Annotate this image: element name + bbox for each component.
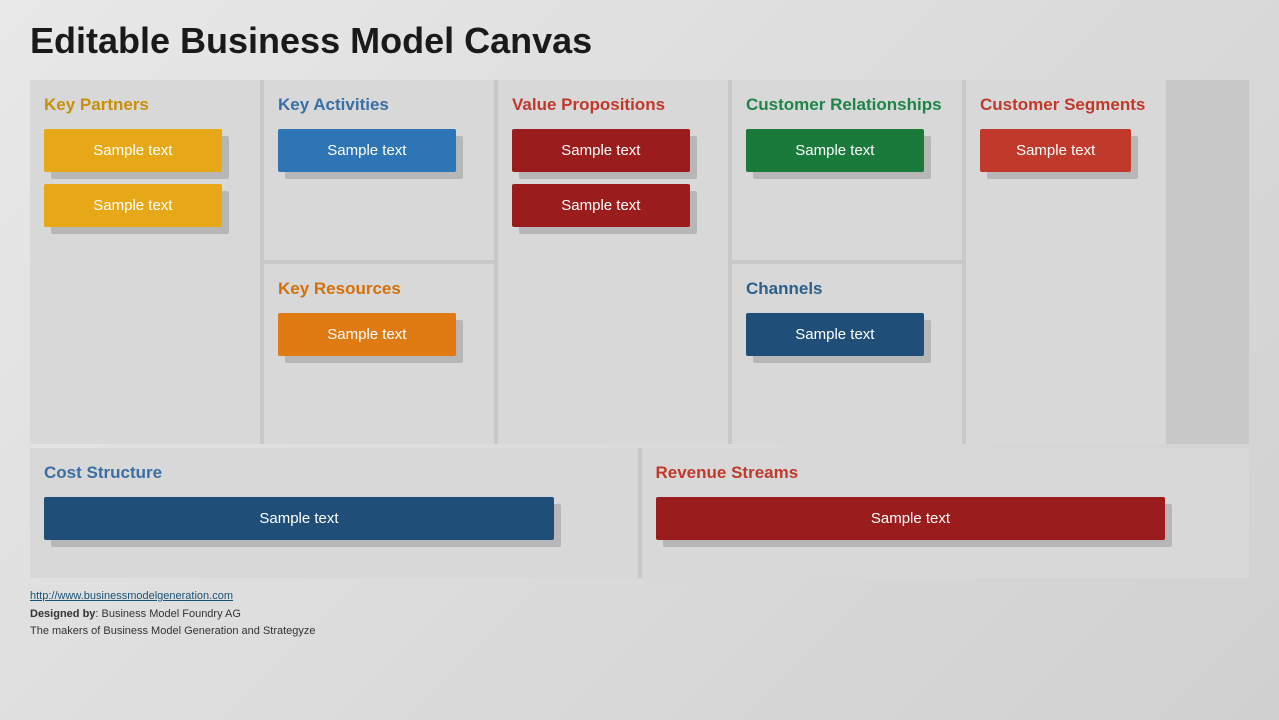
- cell-key-activities: Key Activities Sample text: [264, 80, 494, 260]
- canvas-main: Key Partners Sample text Sample text Key…: [30, 80, 1249, 444]
- value-propositions-tag-1: Sample text: [512, 129, 690, 172]
- key-partners-tag-1: Sample text: [44, 129, 222, 172]
- canvas-bottom: Cost Structure Sample text Revenue Strea…: [30, 448, 1249, 578]
- footer-designed-label: Designed by:: [30, 608, 102, 620]
- cell-key-resources: Key Resources Sample text: [264, 264, 494, 444]
- key-resources-tag-1: Sample text: [278, 313, 456, 356]
- customer-segments-tag-1: Sample text: [980, 129, 1131, 172]
- page-title: Editable Business Model Canvas: [30, 20, 1249, 62]
- col-cust-rel-channels: Customer Relationships Sample text Chann…: [732, 80, 962, 444]
- key-partners-title: Key Partners: [44, 94, 246, 115]
- footer-designed-by: Business Model Foundry AG: [102, 608, 241, 620]
- cell-value-propositions: Value Propositions Sample text Sample te…: [498, 80, 728, 444]
- key-partners-tag-2: Sample text: [44, 184, 222, 227]
- cost-structure-tag-1: Sample text: [44, 497, 554, 540]
- customer-relationships-title: Customer Relationships: [746, 94, 948, 115]
- cell-key-partners: Key Partners Sample text Sample text: [30, 80, 260, 444]
- key-activities-tag-1: Sample text: [278, 129, 456, 172]
- revenue-streams-tag-1: Sample text: [656, 497, 1166, 540]
- canvas-wrapper: Key Partners Sample text Sample text Key…: [30, 80, 1249, 578]
- channels-title: Channels: [746, 278, 948, 299]
- cost-structure-title: Cost Structure: [44, 462, 624, 483]
- key-activities-title: Key Activities: [278, 94, 480, 115]
- revenue-streams-title: Revenue Streams: [656, 462, 1236, 483]
- key-resources-title: Key Resources: [278, 278, 480, 299]
- cell-customer-relationships: Customer Relationships Sample text: [732, 80, 962, 260]
- customer-segments-title: Customer Segments: [980, 94, 1152, 115]
- customer-relationships-tag-1: Sample text: [746, 129, 924, 172]
- channels-tag-1: Sample text: [746, 313, 924, 356]
- cell-cost-structure: Cost Structure Sample text: [30, 448, 638, 578]
- value-propositions-title: Value Propositions: [512, 94, 714, 115]
- value-propositions-tag-2: Sample text: [512, 184, 690, 227]
- col-activities-resources: Key Activities Sample text Key Resources…: [264, 80, 494, 444]
- footer-url[interactable]: http://www.businessmodelgeneration.com: [30, 590, 233, 602]
- cell-channels: Channels Sample text: [732, 264, 962, 444]
- cell-customer-segments: Customer Segments Sample text: [966, 80, 1166, 444]
- cell-revenue-streams: Revenue Streams Sample text: [642, 448, 1250, 578]
- footer-tagline: The makers of Business Model Generation …: [30, 625, 316, 637]
- footer: http://www.businessmodelgeneration.com D…: [30, 588, 1249, 641]
